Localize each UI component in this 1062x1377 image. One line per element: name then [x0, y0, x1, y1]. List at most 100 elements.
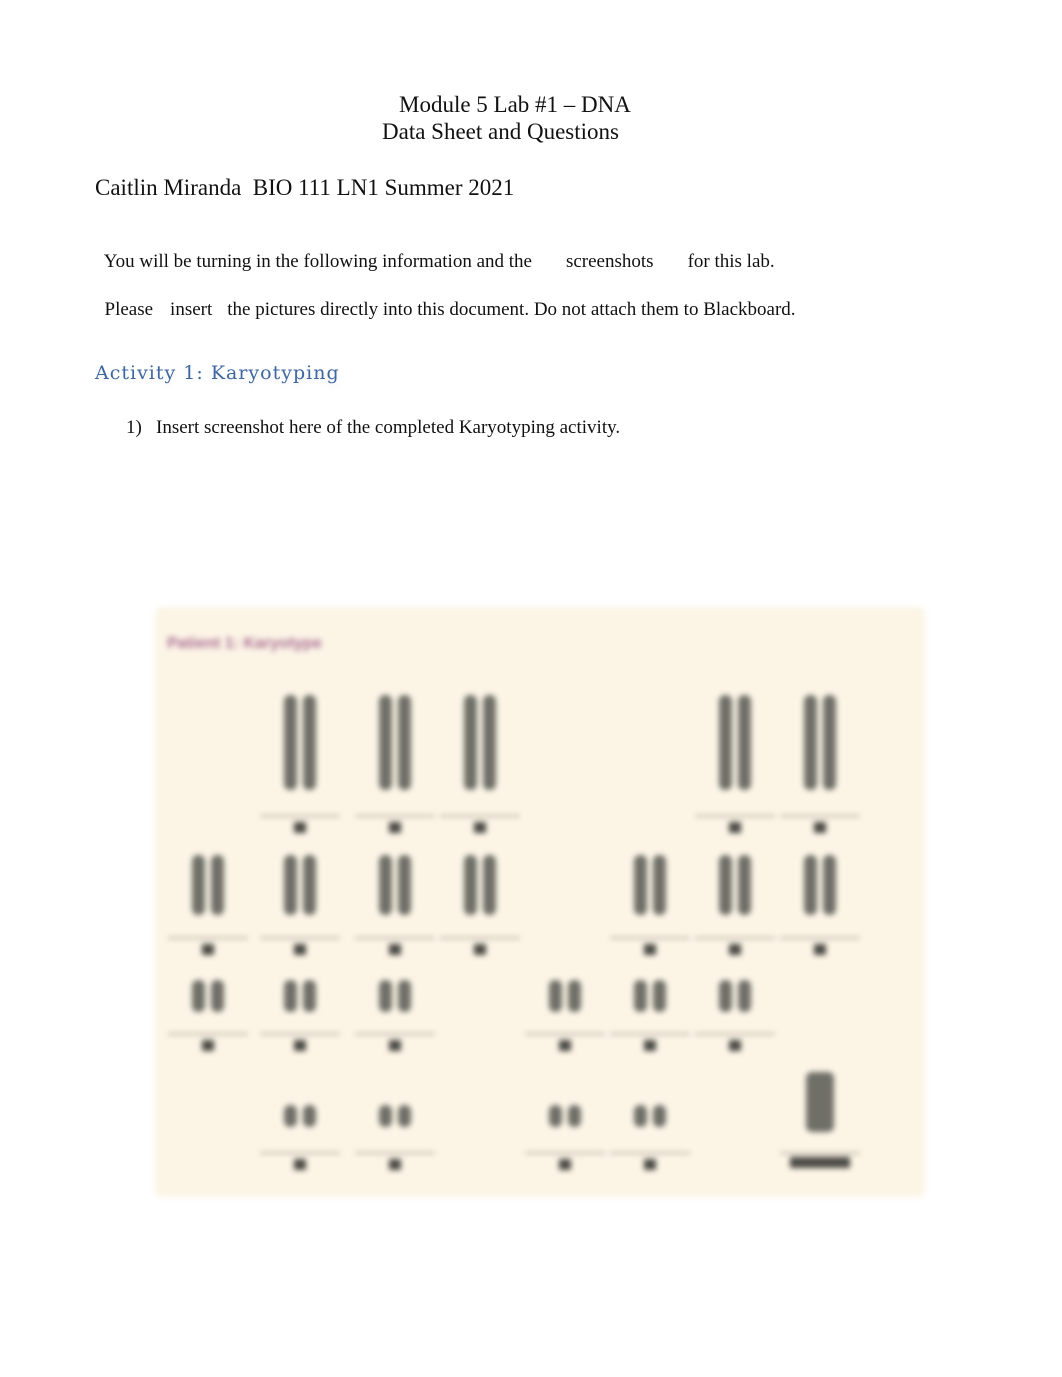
- instruction-text: screenshots: [565, 251, 654, 272]
- instruction-line-1: You will be turning in the following inf…: [95, 229, 775, 273]
- chromosome-label-line: [695, 815, 775, 817]
- chromosome-label-line: [780, 815, 860, 817]
- chromosome-number: [294, 1159, 306, 1170]
- chromosome-label-line: [168, 937, 248, 939]
- chromosome-number: [202, 1040, 214, 1051]
- chromosome-pair: [568, 980, 581, 1012]
- chromosome-number: [644, 944, 656, 955]
- chromosome-label-line: [355, 1033, 435, 1035]
- chromosome-pair: [804, 695, 817, 790]
- chromosome-pair: [568, 1105, 581, 1127]
- chromosome-label-line: [260, 815, 340, 817]
- student-info: Caitlin Miranda BIO 111 LN1 Summer 2021: [95, 175, 515, 200]
- chromosome-pair: [464, 855, 477, 915]
- chromosome-pair: [284, 1105, 297, 1127]
- chromosome-pair: [653, 855, 666, 915]
- chromosome-pair: [653, 1105, 666, 1127]
- chromosome-number: [294, 1040, 306, 1051]
- chromosome-number: [389, 1159, 401, 1170]
- chromosome-number: [294, 822, 306, 833]
- chromosome-pair: [284, 980, 297, 1012]
- chromosome-pair: [398, 695, 411, 790]
- chromosome-pair: [379, 1105, 392, 1127]
- chromosome-pair: [284, 695, 297, 790]
- chromosome-pair: [192, 855, 205, 915]
- chromosome-pair: [192, 980, 205, 1012]
- chromosome-number: [814, 944, 826, 955]
- chromosome-number: [474, 822, 486, 833]
- chromosome-pair: [379, 980, 392, 1012]
- instruction-text: insert: [170, 299, 213, 320]
- chromosome-pair: [483, 855, 496, 915]
- chromosome-label-line: [260, 937, 340, 939]
- chromosome-pair: [549, 980, 562, 1012]
- chromosome-number: [814, 822, 826, 833]
- chromosome-pair: [303, 1105, 316, 1127]
- question-1-number: 1): [126, 417, 142, 438]
- chromosome-pair: [379, 695, 392, 790]
- chromosome-pair: [738, 695, 751, 790]
- sex-chromosome: [806, 1072, 834, 1132]
- chromosome-pair: [211, 980, 224, 1012]
- chromosome-label-line: [610, 1033, 690, 1035]
- chromosome-label-line: [355, 1152, 435, 1154]
- chromosome-label-line: [525, 1033, 605, 1035]
- chromosome-pair: [804, 855, 817, 915]
- chromosome-label-line: [780, 1152, 860, 1154]
- chromosome-pair: [823, 855, 836, 915]
- chromosome-label-line: [355, 815, 435, 817]
- chromosome-label-line: [440, 815, 520, 817]
- chromosome-label-line: [168, 1033, 248, 1035]
- chromosome-number: [389, 944, 401, 955]
- chromosome-label-line: [610, 1152, 690, 1154]
- chromosome-number: [559, 1040, 571, 1051]
- chromosome-label-line: [695, 937, 775, 939]
- question-1-text: Insert screenshot here of the completed …: [156, 417, 621, 438]
- chromosome-pair: [719, 855, 732, 915]
- chromosome-label-line: [260, 1152, 340, 1154]
- karyotype-screenshot: Patient 1: Karyotype: [155, 607, 925, 1197]
- chromosome-pair: [303, 855, 316, 915]
- chromosome-pair: [379, 855, 392, 915]
- chromosome-number: [389, 822, 401, 833]
- karyotype-screenshot-title: Patient 1: Karyotype: [167, 635, 322, 652]
- chromosome-number: [294, 944, 306, 955]
- chromosome-pair: [719, 695, 732, 790]
- chromosome-number: [202, 944, 214, 955]
- chromosome-pair: [211, 855, 224, 915]
- chromosome-label-line: [610, 937, 690, 939]
- chromosome-number: [729, 944, 741, 955]
- instruction-text: Please: [104, 299, 154, 320]
- chromosome-label-line: [440, 937, 520, 939]
- chromosome-pair: [398, 855, 411, 915]
- chromosome-label-line: [695, 1033, 775, 1035]
- chromosome-pair: [303, 980, 316, 1012]
- instruction-text: the pictures directly into this document…: [227, 299, 796, 320]
- chromosome-pair: [483, 695, 496, 790]
- instruction-line-2: Please insert the pictures directly into t…: [95, 277, 796, 321]
- chromosome-number: [474, 944, 486, 955]
- chromosome-label-line: [525, 1152, 605, 1154]
- chromosome-pair: [464, 695, 477, 790]
- chromosome-pair: [738, 980, 751, 1012]
- document-title-line1: Module 5 Lab #1 – DNA: [399, 92, 631, 117]
- chromosome-pair: [738, 855, 751, 915]
- chromosome-number: [729, 822, 741, 833]
- chromosome-label-line: [355, 937, 435, 939]
- chromosome-label-line: [780, 937, 860, 939]
- instruction-text: for this lab.: [687, 251, 775, 272]
- chromosome-pair: [398, 1105, 411, 1127]
- chromosome-number: [790, 1157, 850, 1168]
- instruction-text: You will be turning in the following inf…: [103, 251, 532, 272]
- chromosome-number: [389, 1040, 401, 1051]
- chromosome-pair: [284, 855, 297, 915]
- chromosome-pair: [719, 980, 732, 1012]
- document-title-line2: Data Sheet and Questions: [382, 119, 619, 144]
- chromosome-number: [644, 1159, 656, 1170]
- chromosome-pair: [634, 855, 647, 915]
- chromosome-label-line: [260, 1033, 340, 1035]
- chromosome-pair: [549, 1105, 562, 1127]
- activity-1-heading: Activity 1: Karyotyping: [95, 362, 340, 384]
- chromosome-pair: [303, 695, 316, 790]
- chromosome-pair: [634, 980, 647, 1012]
